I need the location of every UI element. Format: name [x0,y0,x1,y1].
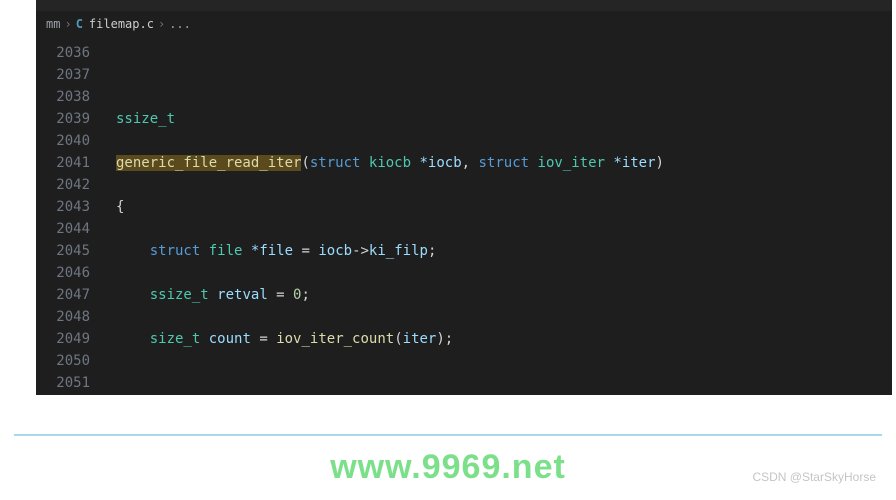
line-number: 2045 [36,240,90,262]
var-token: count [209,331,251,347]
var-token: retval [217,287,268,303]
type-token: ssize_t [150,287,209,303]
gutter: 2036203720382039204020412042204320442045… [36,36,108,395]
code-area[interactable]: 2036203720382039204020412042204320442045… [36,36,892,395]
keyword-token: struct [150,243,201,259]
param-token: *iter [613,155,655,171]
watermark-right: CSDN @StarSkyHorse [752,470,876,484]
line-number: 2049 [36,328,90,350]
var-token: *file [251,243,293,259]
function-name: generic_file_read_iter [116,155,301,171]
line-number: 2046 [36,262,90,284]
line-number: 2051 [36,372,90,394]
line-number: 2039 [36,108,90,130]
var-token: iter [403,331,437,347]
keyword-token: struct [479,155,530,171]
code-content[interactable]: ssize_t generic_file_read_iter(struct ki… [108,36,892,395]
line-number: 2048 [36,306,90,328]
line-number: 2041 [36,152,90,174]
chevron-right-icon: › [64,17,71,31]
type-token: kiocb [369,155,411,171]
param-token: *iocb [419,155,461,171]
type-token: ssize_t [116,111,175,127]
brace-token: { [116,199,124,215]
function-call: iov_iter_count [276,331,394,347]
line-number: 2044 [36,218,90,240]
line-number: 2037 [36,64,90,86]
breadcrumb-folder[interactable]: mm [46,17,60,31]
chevron-right-icon: › [158,17,165,31]
member-token: ki_filp [369,243,428,259]
type-token: iov_iter [538,155,605,171]
breadcrumb[interactable]: mm › C filemap.c › ... [36,12,892,36]
type-token: size_t [150,331,201,347]
var-token: iocb [318,243,352,259]
line-number: 2050 [36,350,90,372]
line-number: 2047 [36,284,90,306]
line-number: 2043 [36,196,90,218]
editor-window: mm › C filemap.c › ... 20362037203820392… [36,0,892,395]
line-number: 2040 [36,130,90,152]
tab-bar [36,0,892,12]
line-number: 2042 [36,174,90,196]
line-number: 2036 [36,42,90,64]
c-file-icon: C [76,17,83,31]
line-number: 2038 [36,86,90,108]
type-token: file [209,243,243,259]
breadcrumb-file[interactable]: filemap.c [89,17,154,31]
footer-rule [14,434,882,436]
keyword-token: struct [310,155,361,171]
breadcrumb-more[interactable]: ... [169,17,191,31]
